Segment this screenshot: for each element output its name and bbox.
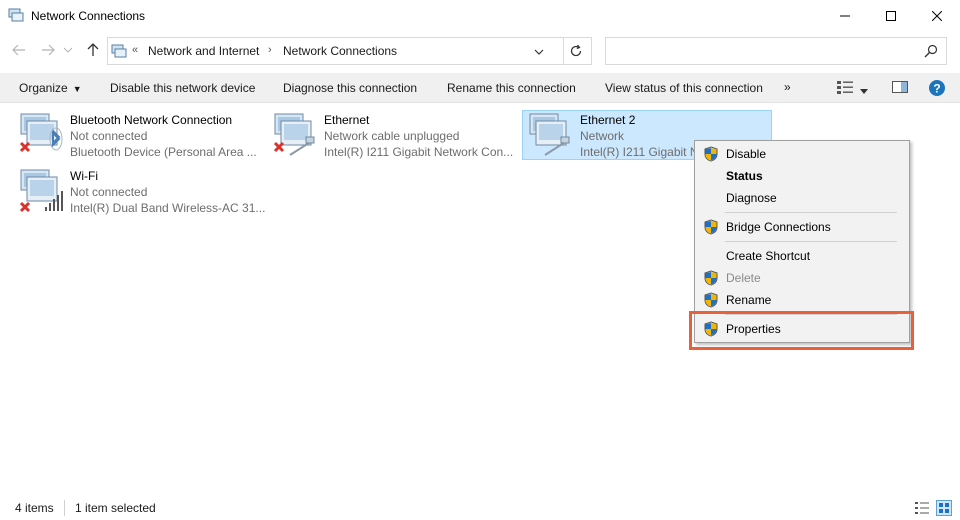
svg-text:?: ? bbox=[933, 82, 940, 96]
window-title: Network Connections bbox=[31, 9, 146, 23]
rename-connection-button[interactable]: Rename this connection bbox=[447, 81, 576, 95]
menu-item-diagnose[interactable]: Diagnose bbox=[695, 187, 909, 209]
connection-name: Wi-Fi bbox=[70, 169, 98, 183]
view-options-caret-icon[interactable] bbox=[860, 84, 868, 98]
menu-item-rename[interactable]: Rename bbox=[695, 289, 909, 311]
connection-ethernet[interactable]: Ethernet Network cable unplugged Intel(R… bbox=[272, 111, 522, 161]
item-count: 4 items bbox=[15, 501, 54, 515]
menu-item-create-shortcut[interactable]: Create Shortcut bbox=[695, 245, 909, 267]
connection-wifi[interactable]: Wi-Fi Not connected Intel(R) Dual Band W… bbox=[18, 167, 268, 217]
uac-shield-icon bbox=[703, 270, 719, 289]
selection-count: 1 item selected bbox=[75, 501, 156, 515]
connection-bluetooth[interactable]: Bluetooth Network Connection Not connect… bbox=[18, 111, 268, 161]
close-button[interactable] bbox=[914, 0, 960, 32]
refresh-icon[interactable] bbox=[568, 43, 584, 62]
change-view-icon[interactable] bbox=[836, 79, 854, 98]
network-adapter-icon bbox=[527, 111, 577, 164]
forward-button[interactable] bbox=[38, 40, 58, 60]
connection-status: Network bbox=[580, 129, 625, 143]
preview-pane-icon[interactable] bbox=[891, 79, 909, 98]
network-connections-icon bbox=[8, 7, 24, 26]
connection-name: Ethernet bbox=[324, 113, 370, 127]
caret-down-icon: ▼ bbox=[72, 84, 82, 94]
help-icon[interactable]: ? bbox=[928, 79, 946, 100]
menu-item-disable[interactable]: Disable bbox=[695, 143, 909, 165]
uac-shield-icon bbox=[703, 292, 719, 311]
diagnose-connection-button[interactable]: Diagnose this connection bbox=[283, 81, 417, 95]
connection-device: Intel(R) I211 Gigabit Network Con... bbox=[580, 145, 695, 159]
command-bar: Organize ▼ Disable this network device Di… bbox=[0, 73, 960, 103]
more-commands-button[interactable]: » bbox=[784, 80, 791, 94]
organize-button[interactable]: Organize ▼ bbox=[19, 81, 82, 95]
menu-item-bridge-connections[interactable]: Bridge Connections bbox=[695, 216, 909, 238]
details-view-icon[interactable] bbox=[914, 500, 930, 519]
breadcrumb-network-and-internet[interactable]: Network and Internet bbox=[148, 44, 259, 58]
network-adapter-icon bbox=[272, 111, 322, 164]
breadcrumb-network-connections[interactable]: Network Connections bbox=[283, 44, 397, 58]
connection-device: Bluetooth Device (Personal Area ... bbox=[70, 145, 257, 159]
connection-device: Intel(R) Dual Band Wireless-AC 31... bbox=[70, 201, 266, 215]
connection-status: Network cable unplugged bbox=[324, 129, 460, 143]
back-button[interactable] bbox=[9, 40, 29, 60]
menu-item-delete: Delete bbox=[695, 267, 909, 289]
network-adapter-icon bbox=[18, 167, 68, 220]
connection-status: Not connected bbox=[70, 185, 148, 199]
menu-separator bbox=[725, 241, 897, 242]
connection-status: Not connected bbox=[70, 129, 148, 143]
breadcrumb-overflow[interactable]: « bbox=[132, 44, 138, 56]
status-bar: 4 items 1 item selected bbox=[0, 496, 960, 520]
disable-network-device-button[interactable]: Disable this network device bbox=[110, 81, 255, 95]
view-status-button[interactable]: View status of this connection bbox=[605, 81, 763, 95]
large-icons-view-icon[interactable] bbox=[936, 500, 952, 519]
network-connections-icon bbox=[111, 43, 127, 62]
search-input[interactable] bbox=[605, 37, 947, 65]
breadcrumb-separator[interactable]: › bbox=[268, 44, 272, 56]
maximize-button[interactable] bbox=[868, 0, 914, 32]
uac-shield-icon bbox=[703, 146, 719, 165]
up-button[interactable] bbox=[83, 40, 103, 60]
title-bar: Network Connections bbox=[0, 0, 960, 32]
connection-device: Intel(R) I211 Gigabit Network Con... bbox=[324, 145, 514, 159]
connection-name: Ethernet 2 bbox=[580, 113, 636, 127]
menu-item-status[interactable]: Status bbox=[695, 165, 909, 187]
minimize-button[interactable] bbox=[822, 0, 868, 32]
search-icon[interactable] bbox=[924, 44, 938, 61]
recent-locations-chevron-icon[interactable] bbox=[62, 40, 74, 60]
connection-name: Bluetooth Network Connection bbox=[70, 113, 233, 127]
address-bar[interactable]: « Network and Internet › Network Connect… bbox=[107, 37, 592, 65]
properties-highlight-box bbox=[689, 311, 914, 350]
uac-shield-icon bbox=[703, 219, 719, 238]
menu-separator bbox=[725, 212, 897, 213]
address-dropdown-chevron-icon[interactable] bbox=[534, 45, 544, 59]
network-adapter-icon bbox=[18, 111, 68, 164]
